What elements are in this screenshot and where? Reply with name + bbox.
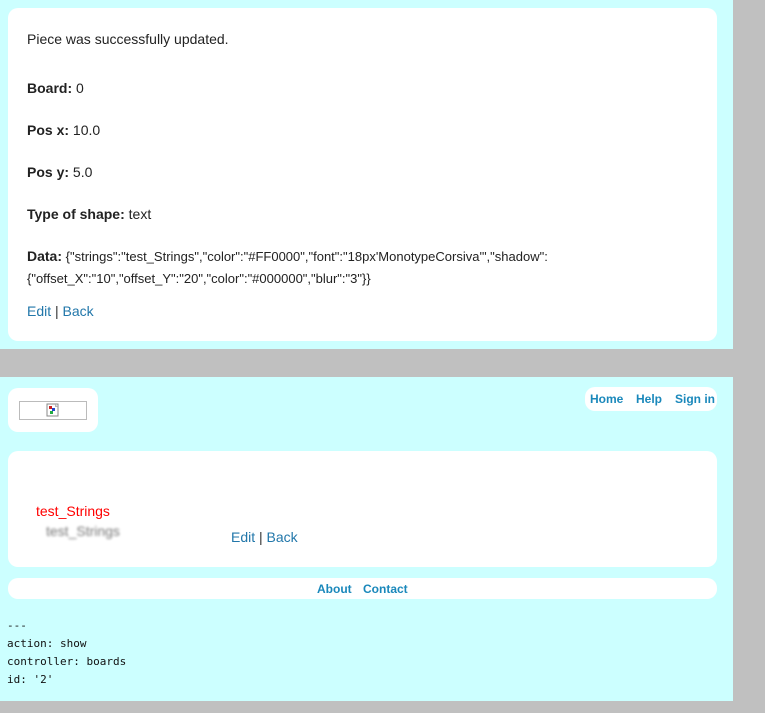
logo-card (8, 388, 98, 432)
data-field: Data: {"strings":"test_Strings","color":… (27, 245, 548, 290)
success-notice: Piece was successfully updated. (27, 31, 229, 47)
board-value: 0 (76, 80, 84, 96)
board-field: Board: 0 (27, 77, 84, 99)
piece-page: Piece was successfully updated. Board: 0… (0, 0, 733, 349)
nav-sign-in-link[interactable]: Sign in (675, 392, 715, 406)
debug-line: action: show (7, 637, 87, 650)
board-page: Home Help Sign in test_Strings test_Stri… (0, 377, 733, 701)
back-link[interactable]: Back (267, 529, 298, 545)
data-value-line2: {"offset_X":"10","offset_Y":"20","color"… (27, 271, 371, 286)
debug-line: id: '2' (7, 673, 54, 686)
canvas-text-shadow: test_Strings (46, 523, 120, 539)
nav-help-link[interactable]: Help (636, 392, 662, 406)
top-nav: Home Help Sign in (585, 387, 717, 411)
canvas-text: test_Strings (36, 503, 110, 519)
data-label: Data: (27, 248, 63, 264)
type-label: Type of shape: (27, 206, 125, 222)
board-links: Edit | Back (231, 529, 298, 545)
debug-params: --- action: show controller: boards id: … (7, 617, 126, 689)
edit-piece-link[interactable]: Edit (27, 303, 51, 319)
footer-nav: About Contact (8, 578, 717, 599)
type-value: text (128, 206, 152, 222)
debug-line: --- (7, 619, 27, 632)
pos-x-field: Pos x: 10.0 (27, 119, 100, 141)
piece-links: Edit | Back (27, 303, 94, 319)
edit-board-link[interactable]: Edit (231, 529, 255, 545)
link-separator: | (55, 303, 59, 319)
logo-image[interactable] (19, 401, 87, 420)
pos-x-value: 10.0 (72, 122, 101, 138)
nav-home-link[interactable]: Home (590, 392, 623, 406)
footer-about-link[interactable]: About (317, 582, 352, 596)
debug-line: controller: boards (7, 655, 127, 668)
data-value-line1: {"strings":"test_Strings","color":"#FF00… (65, 249, 548, 264)
board-canvas-card: test_Strings test_Strings Edit | Back (8, 451, 717, 567)
pos-y-field: Pos y: 5.0 (27, 161, 92, 183)
back-link[interactable]: Back (63, 303, 94, 319)
board-label: Board: (27, 80, 73, 96)
pos-y-label: Pos y: (27, 164, 70, 180)
pos-x-label: Pos x: (27, 122, 70, 138)
pos-y-value: 5.0 (72, 164, 93, 180)
footer-contact-link[interactable]: Contact (363, 582, 408, 596)
piece-details-card: Piece was successfully updated. Board: 0… (8, 8, 717, 341)
broken-image-icon (46, 403, 59, 417)
link-separator: | (259, 529, 263, 545)
type-field: Type of shape: text (27, 203, 151, 225)
